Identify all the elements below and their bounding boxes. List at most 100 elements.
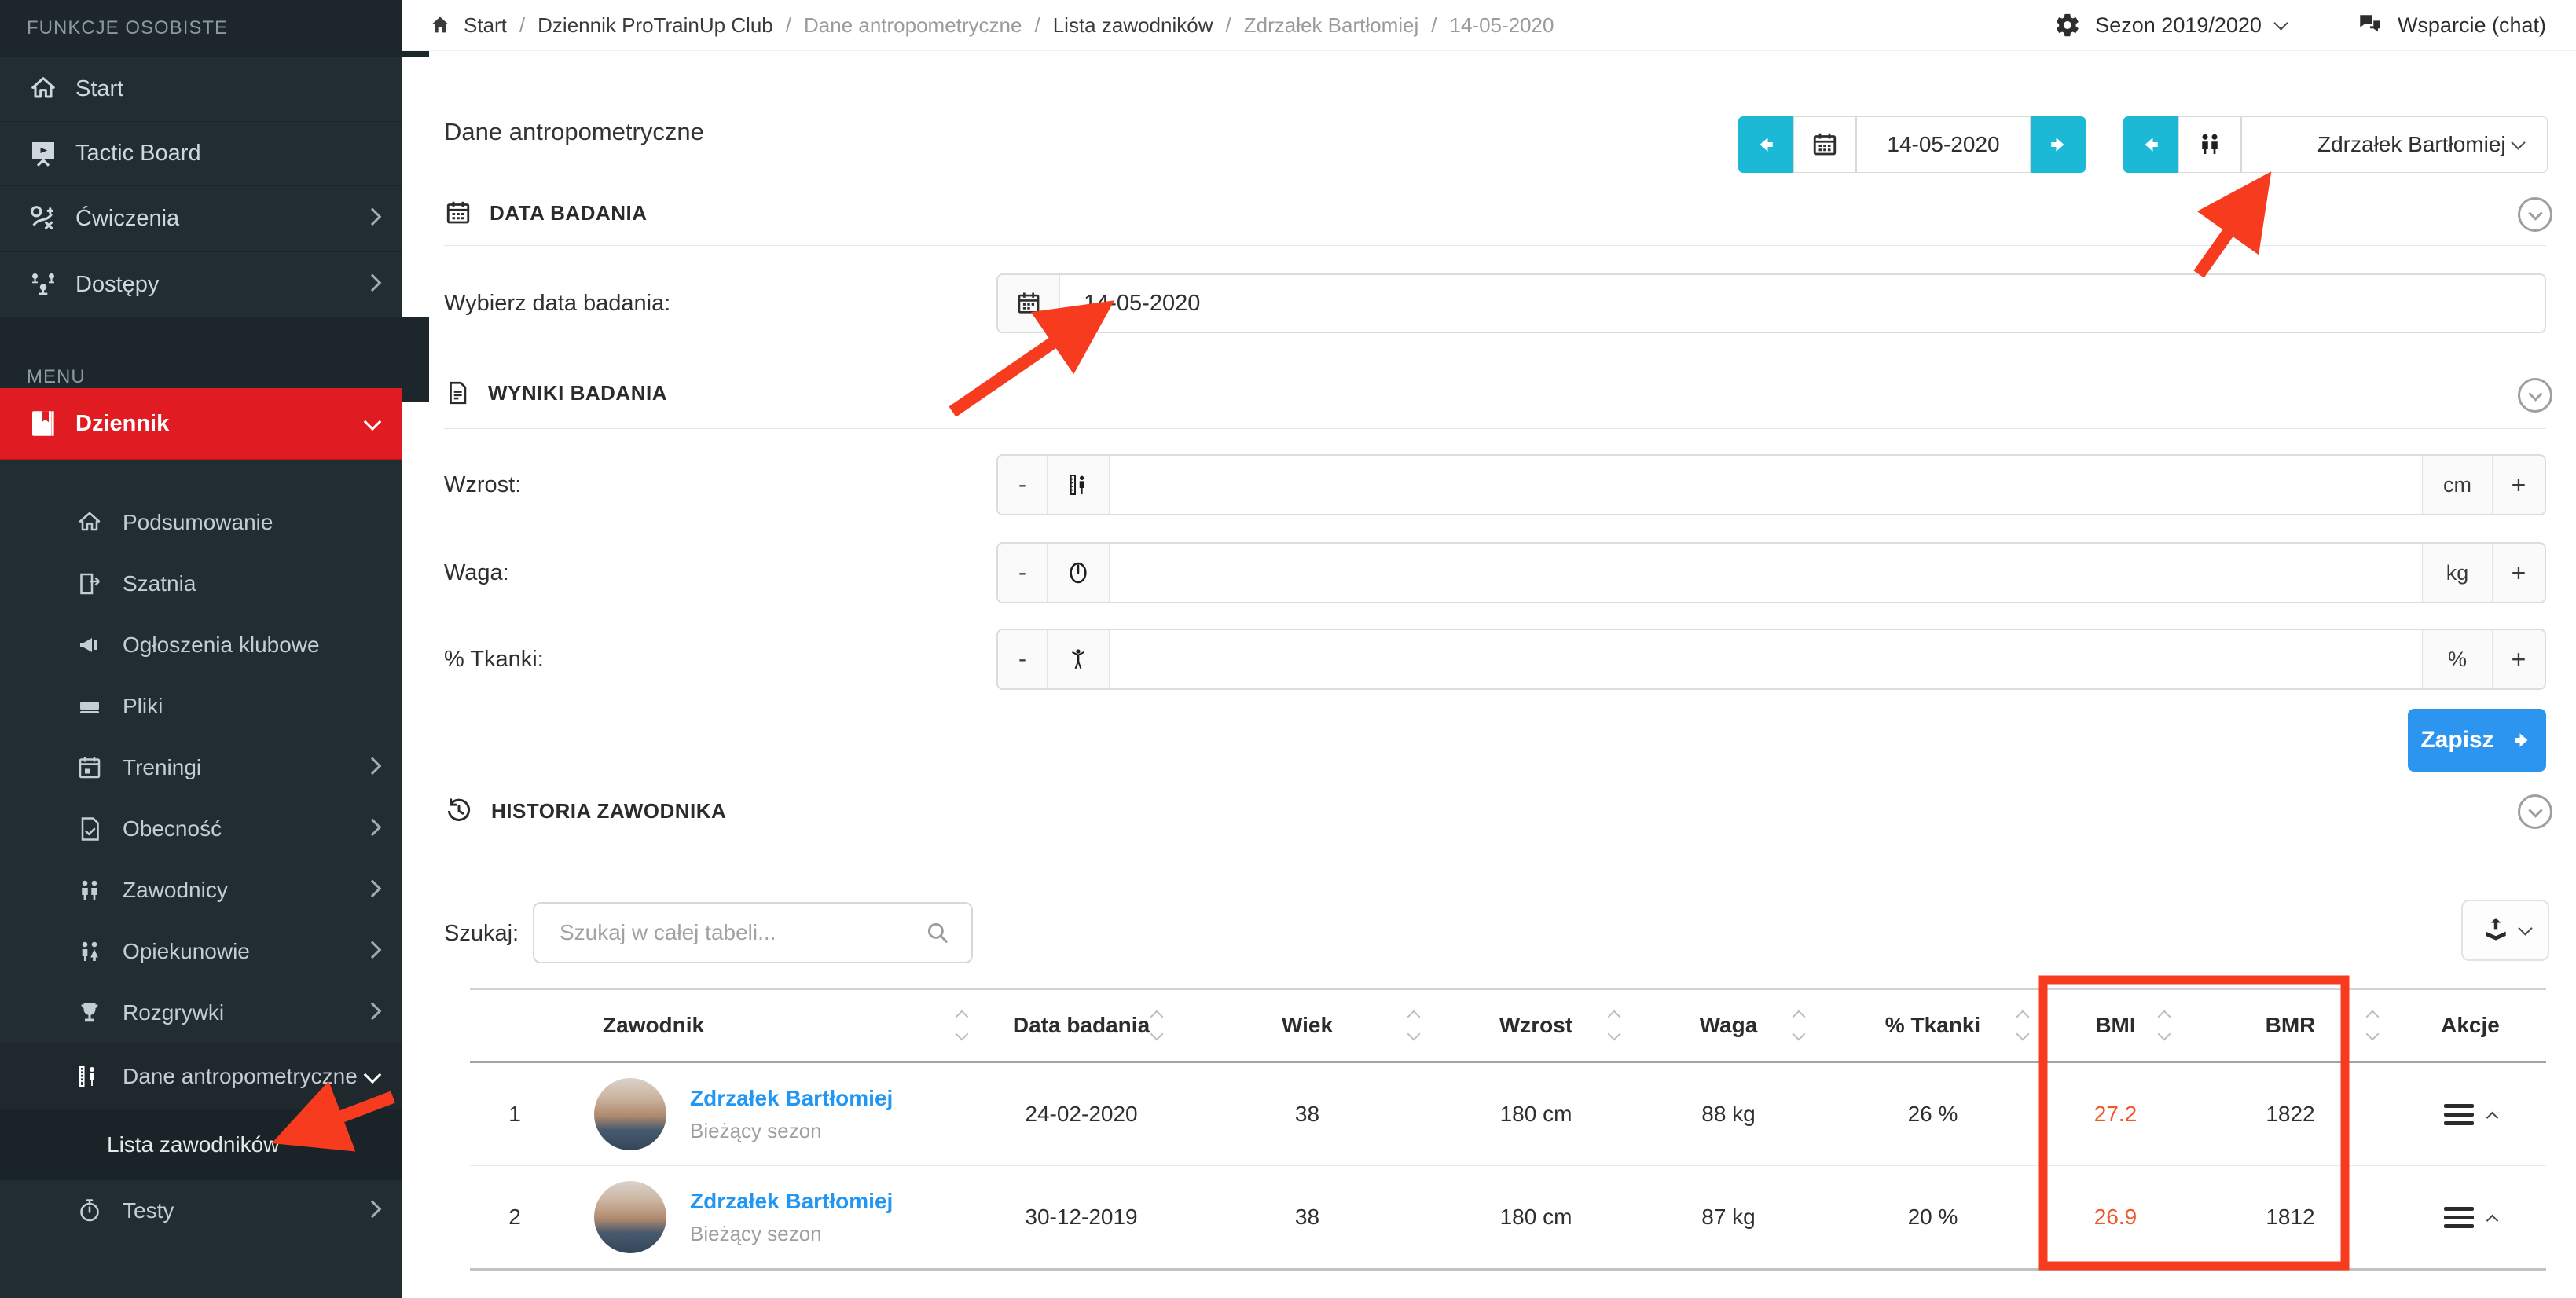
red-arrow-player-select <box>2199 207 2246 274</box>
date-field-value[interactable]: 14-05-2020 <box>1060 275 2545 332</box>
sidebar-item-dziennik[interactable]: Dziennik <box>0 388 402 460</box>
sidebar-item-opiekunowie[interactable]: Opiekunowie <box>0 921 402 982</box>
search-input[interactable] <box>558 919 924 946</box>
export-icon <box>2481 915 2511 945</box>
bodyfat-label: % Tkanki: <box>444 629 544 690</box>
chevron-right-icon <box>366 753 379 779</box>
scale-icon <box>1048 544 1110 602</box>
age-cell: 38 <box>1179 1166 1436 1268</box>
calendar-icon <box>444 199 472 227</box>
sidebar-item-tactic-board[interactable]: Tactic Board <box>0 121 402 186</box>
col-bmi[interactable]: BMI <box>2045 990 2186 1061</box>
breadcrumb-item[interactable]: Lista zawodników <box>1053 13 1213 38</box>
date-field[interactable]: 14-05-2020 <box>996 273 2546 333</box>
breadcrumb-item[interactable]: Zdrzałek Bartłomiej <box>1244 13 1419 38</box>
player-name-link[interactable]: Zdrzałek Bartłomiej <box>690 1085 893 1112</box>
sidebar-item-szatnia[interactable]: Szatnia <box>0 553 402 614</box>
chevron-right-icon <box>366 875 379 901</box>
breadcrumb: Start / Dziennik ProTrainUp Club / Dane … <box>429 13 1554 38</box>
col-wiek[interactable]: Wiek <box>1179 990 1436 1061</box>
sidebar-item-zawodnicy[interactable]: Zawodnicy <box>0 860 402 921</box>
sidebar-item-obecnosc[interactable]: Obecność <box>0 798 402 860</box>
player-name-link[interactable]: Zdrzałek Bartłomiej <box>690 1188 893 1215</box>
calendar-icon <box>74 752 105 783</box>
sidebar-item-dane-antropometryczne[interactable]: Dane antropometryczne <box>0 1043 402 1109</box>
prev-date-button[interactable] <box>1738 116 1793 173</box>
season-selector[interactable]: Sezon 2019/2020 <box>2054 12 2286 38</box>
col-zawodnik[interactable]: Zawodnik <box>560 990 984 1061</box>
export-button[interactable] <box>2461 900 2549 961</box>
decrement-button[interactable]: - <box>998 456 1048 514</box>
sidebar-item-label: Lista zawodników <box>107 1132 279 1157</box>
avatar <box>594 1078 666 1150</box>
section-wyniki-header: WYNIKI BADANIA <box>444 380 667 406</box>
selected-date[interactable]: 14-05-2020 <box>1856 116 2031 173</box>
sidebar-item-testy[interactable]: Testy <box>0 1180 402 1241</box>
decrement-button[interactable]: - <box>998 630 1048 688</box>
increment-button[interactable]: + <box>2492 456 2545 514</box>
sidebar-item-label: Zawodnicy <box>123 878 228 903</box>
sidebar-item-label: Podsumowanie <box>123 510 273 535</box>
chat-icon <box>2357 12 2383 38</box>
weight-input[interactable] <box>1110 544 2422 602</box>
sidebar-item-podsumowanie[interactable]: Podsumowanie <box>0 492 402 553</box>
home-outline-icon <box>74 507 105 538</box>
sidebar-item-ogloszenia[interactable]: Ogłoszenia klubowe <box>0 614 402 676</box>
col-tkanki[interactable]: % Tkanki <box>1821 990 2045 1061</box>
locker-room-door-icon <box>74 568 105 600</box>
player-select[interactable]: Zdrzałek Bartłomiej <box>2241 116 2548 173</box>
collapse-section-button[interactable] <box>2518 378 2552 412</box>
col-akcje: Akcje <box>2394 990 2546 1061</box>
collapse-section-button[interactable] <box>2518 794 2552 829</box>
chevron-up-icon <box>2486 1214 2499 1226</box>
breadcrumb-item[interactable]: 14-05-2020 <box>1449 13 1554 38</box>
support-chat[interactable]: Wsparcie (chat) <box>2357 12 2546 38</box>
col-data-badania[interactable]: Data badania <box>984 990 1179 1061</box>
search-icon <box>924 919 951 946</box>
col-waga[interactable]: Waga <box>1636 990 1821 1061</box>
prev-player-button[interactable] <box>2123 116 2178 173</box>
drills-tactics-icon <box>25 200 61 236</box>
table-row: 1 Zdrzałek Bartłomiej Bieżący sezon 24-0… <box>470 1063 2546 1166</box>
breadcrumb-item[interactable]: Dziennik ProTrainUp Club <box>538 13 773 38</box>
home-icon[interactable] <box>429 14 451 36</box>
height-cell: 180 cm <box>1436 1063 1636 1165</box>
breadcrumb-item[interactable]: Dane antropometryczne <box>804 13 1022 38</box>
collapse-section-button[interactable] <box>2518 197 2552 232</box>
row-actions-button[interactable] <box>2444 1202 2497 1233</box>
players-icon <box>2178 116 2241 173</box>
increment-button[interactable]: + <box>2492 630 2545 688</box>
height-ruler-icon <box>1048 456 1110 514</box>
sidebar-item-lista-zawodnikow[interactable]: Lista zawodników <box>0 1109 402 1180</box>
next-date-button[interactable] <box>2031 116 2086 173</box>
journal-book-icon <box>25 405 61 442</box>
save-button[interactable]: Zapisz <box>2408 709 2546 772</box>
col-wzrost[interactable]: Wzrost <box>1436 990 1636 1061</box>
row-actions-button[interactable] <box>2444 1099 2497 1130</box>
sidebar-item-label: Ogłoszenia klubowe <box>123 632 320 658</box>
date-field-label: Wybierz data badania: <box>444 273 670 333</box>
chevron-down-icon <box>2511 135 2525 149</box>
col-index <box>470 990 560 1061</box>
sidebar-item-start[interactable]: Start <box>0 57 402 122</box>
sidebar-item-rozgrywki[interactable]: Rozgrywki <box>0 982 402 1043</box>
breadcrumb-separator: / <box>1034 13 1040 38</box>
breadcrumb-item[interactable]: Start <box>464 13 507 38</box>
sidebar-item-dostepy[interactable]: Dostępy <box>0 251 402 318</box>
menu-icon <box>2444 1099 2474 1130</box>
document-icon <box>444 380 471 406</box>
weight-unit: kg <box>2422 544 2492 602</box>
bodyfat-input[interactable] <box>1110 630 2422 688</box>
sidebar-item-pliki[interactable]: Pliki <box>0 676 402 737</box>
sidebar-item-treningi[interactable]: Treningi <box>0 737 402 798</box>
sidebar-item-cwiczenia[interactable]: Ćwiczenia <box>0 185 402 252</box>
sidebar-item-label: Szatnia <box>123 571 196 596</box>
body-icon <box>1048 630 1110 688</box>
guardians-icon <box>74 936 105 967</box>
increment-button[interactable]: + <box>2492 544 2545 602</box>
height-input[interactable] <box>1110 456 2422 514</box>
stopwatch-icon <box>74 1195 105 1226</box>
col-bmr[interactable]: BMR <box>2186 990 2394 1061</box>
decrement-button[interactable]: - <box>998 544 1048 602</box>
table-row: 2 Zdrzałek Bartłomiej Bieżący sezon 30-1… <box>470 1166 2546 1271</box>
